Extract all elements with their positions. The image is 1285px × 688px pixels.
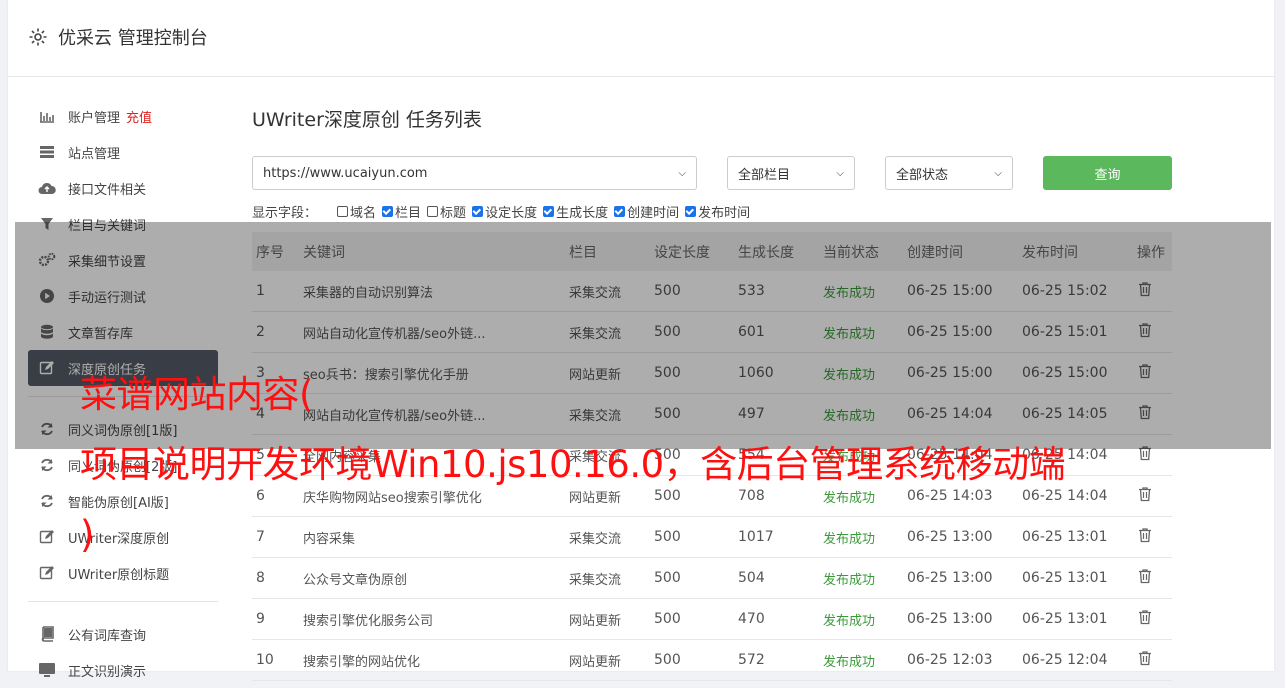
checkbox-checked-icon <box>382 205 394 217</box>
cell-actions <box>1133 639 1172 681</box>
cell-index: 10 <box>252 639 299 681</box>
cell-status: 发布成功 <box>819 639 903 681</box>
delete-trash-icon[interactable] <box>1137 610 1153 629</box>
sidebar-item-label: 接口文件相关 <box>68 182 147 198</box>
edit-icon <box>38 564 56 582</box>
delete-trash-icon[interactable] <box>1137 651 1153 670</box>
status-select-value: 全部状态 <box>896 167 949 183</box>
cell-keyword: 搜索引擎的网站优化 <box>299 639 565 681</box>
table-row: 9 搜索引擎优化服务公司 网站更新 500 470 发布成功 06-25 13:00 06-2… <box>252 598 1172 640</box>
column-select-value: 全部栏目 <box>738 167 791 183</box>
checkbox-label: 发布时间 <box>698 205 751 221</box>
refresh-icon <box>38 492 56 510</box>
checkbox-label: 设定长度 <box>485 205 538 221</box>
checkbox-checked-icon <box>685 205 697 217</box>
sidebar-item-label: 公有词库查询 <box>68 628 147 644</box>
query-button[interactable]: 查询 <box>1043 156 1172 190</box>
brand: 优采云 管理控制台 <box>28 24 208 50</box>
status-select[interactable]: 全部状态 ⌵ <box>885 156 1013 190</box>
field-checkbox-column[interactable]: 栏目 <box>382 202 421 221</box>
book-icon <box>38 625 56 643</box>
cell-set-length: 500 <box>650 639 734 681</box>
checkbox-icon <box>427 205 439 217</box>
bar-chart-icon <box>38 107 56 125</box>
main-content: UWriter深度原创 任务列表 https://www.ucaiyun.com… <box>252 100 1172 681</box>
chevron-down-icon: ⌵ <box>994 167 1002 179</box>
sidebar-divider <box>28 601 218 602</box>
checkbox-checked-icon <box>472 205 484 217</box>
field-checkbox-created[interactable]: 创建时间 <box>614 202 679 221</box>
cell-gen-length: 470 <box>734 598 819 640</box>
monitor-icon <box>38 661 56 679</box>
cell-created: 06-25 13:00 <box>903 598 1018 640</box>
checkbox-label: 栏目 <box>395 205 422 221</box>
recharge-link[interactable]: 充值 <box>126 107 152 126</box>
cell-published: 06-25 13:01 <box>1018 598 1133 640</box>
sidebar-item-sites[interactable]: 站点管理 <box>28 134 218 170</box>
chevron-down-icon: ⌵ <box>836 167 844 179</box>
column-select[interactable]: 全部栏目 ⌵ <box>727 156 855 190</box>
top-bar: 优采云 管理控制台 <box>8 0 1274 77</box>
watermark-text: 菜谱网站内容( 项目说明开发环境Win10.js10.16.0，含后台管理系统移… <box>80 373 1066 556</box>
display-fields: 显示字段： 域名 栏目 标题 设定长度 生成长度 创建时间 发布时间 <box>252 201 756 221</box>
field-checkbox-set-length[interactable]: 设定长度 <box>472 202 537 221</box>
cell-set-length: 500 <box>650 598 734 640</box>
cell-index: 9 <box>252 598 299 640</box>
checkbox-icon <box>337 205 349 217</box>
sidebar-item-interface[interactable]: 接口文件相关 <box>28 170 218 206</box>
gear-icon <box>29 28 47 46</box>
checkbox-label: 域名 <box>350 205 377 221</box>
site-select-value: https://www.ucaiyun.com <box>263 165 428 181</box>
cell-status: 发布成功 <box>819 598 903 640</box>
cell-keyword: 搜索引擎优化服务公司 <box>299 598 565 640</box>
fields-label: 显示字段： <box>252 205 318 221</box>
sidebar-item-label: 账户管理 <box>68 110 121 126</box>
field-checkbox-domain[interactable]: 域名 <box>337 202 376 221</box>
sidebar-item-text-recognition[interactable]: 正文识别演示 <box>28 652 218 688</box>
cell-column: 网站更新 <box>565 598 650 640</box>
table-row: 10 搜索引擎的网站优化 网站更新 500 572 发布成功 06-25 12:03 06-2… <box>252 639 1172 681</box>
cell-gen-length: 572 <box>734 639 819 681</box>
page-title: UWriter深度原创 任务列表 <box>252 109 482 131</box>
cell-actions <box>1133 598 1172 640</box>
checkbox-label: 标题 <box>440 205 467 221</box>
refresh-icon <box>38 456 56 474</box>
site-select[interactable]: https://www.ucaiyun.com ⌵ <box>252 156 697 190</box>
app-title: 优采云 管理控制台 <box>58 28 208 49</box>
sidebar-item-label: 站点管理 <box>68 146 121 162</box>
edit-icon <box>38 528 56 546</box>
delete-trash-icon[interactable] <box>1137 569 1153 588</box>
sidebar-item-public-dict[interactable]: 公有词库查询 <box>28 616 218 652</box>
cell-published: 06-25 12:04 <box>1018 639 1133 681</box>
sidebar-item-label: 正文识别演示 <box>68 664 147 680</box>
cell-created: 06-25 12:03 <box>903 639 1018 681</box>
checkbox-checked-icon <box>614 205 626 217</box>
field-checkbox-title[interactable]: 标题 <box>427 202 466 221</box>
field-checkbox-gen-length[interactable]: 生成长度 <box>543 202 608 221</box>
checkbox-label: 创建时间 <box>627 205 680 221</box>
server-icon <box>38 143 56 161</box>
filter-bar: https://www.ucaiyun.com ⌵ 全部栏目 ⌵ 全部状态 ⌵ … <box>252 156 1172 190</box>
field-checkbox-published[interactable]: 发布时间 <box>685 202 750 221</box>
cell-column: 网站更新 <box>565 639 650 681</box>
cloud-upload-icon <box>38 179 56 197</box>
sidebar-item-account[interactable]: 账户管理 充值 <box>28 98 218 134</box>
chevron-down-icon: ⌵ <box>678 167 686 179</box>
checkbox-label: 生成长度 <box>556 205 609 221</box>
checkbox-checked-icon <box>543 205 555 217</box>
